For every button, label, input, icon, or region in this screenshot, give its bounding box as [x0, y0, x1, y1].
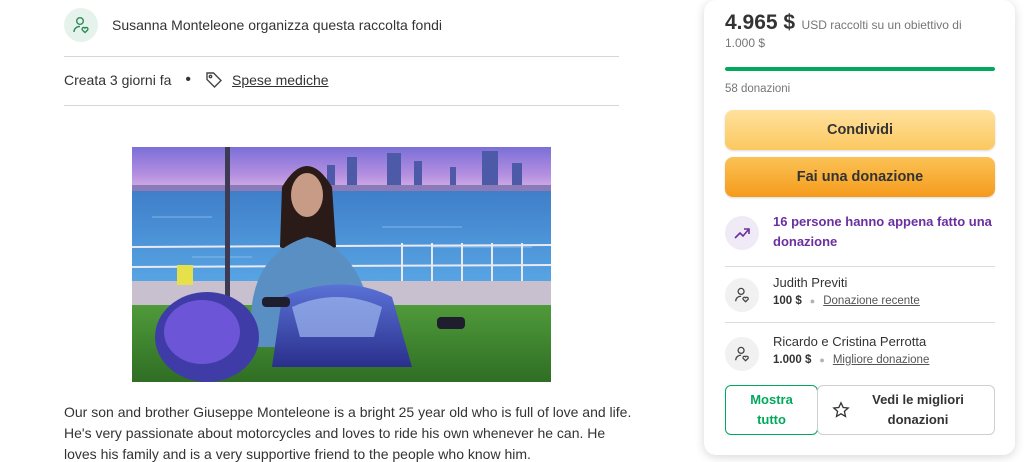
user-heart-icon: [64, 8, 98, 42]
donor-name: Ricardo e Cristina Perrotta: [773, 334, 927, 349]
donation-card: 4.965 $ USD raccolti su un obiettivo di …: [704, 0, 1015, 455]
progress-fill: [725, 67, 995, 71]
raised-summary: 4.965 $ USD raccolti su un obiettivo di …: [725, 11, 1000, 52]
tag-icon: [205, 71, 223, 89]
donation-count: 58 donazioni: [725, 83, 791, 95]
user-heart-icon: [725, 278, 759, 312]
donor-item: Ricardo e Cristina Perrotta 1.000 $ ● Mi…: [725, 333, 929, 371]
organizer-row: Susanna Monteleone organizza questa racc…: [64, 8, 442, 42]
donor-amount: 1.000 $: [773, 354, 812, 366]
donate-button[interactable]: Fai una donazione: [725, 157, 995, 197]
raised-amount: 4.965 $: [725, 11, 796, 34]
divider: [725, 322, 995, 323]
top-donations-label: Vedi le migliori donazioni: [872, 392, 964, 427]
dot-separator: ●: [809, 296, 816, 306]
donor-name: Judith Previti: [773, 275, 848, 290]
donor-tag-link[interactable]: Migliore donazione: [833, 354, 930, 366]
divider: [64, 105, 619, 106]
user-heart-icon: [725, 337, 759, 371]
story-line: He's very passionate about motorcycles a…: [64, 425, 606, 441]
meta-separator: •: [185, 71, 192, 88]
recent-donations-trend: 16 persone hanno appena fatto una donazi…: [725, 212, 998, 252]
bottom-actions: Mostra tutto Vedi le migliori donazioni: [725, 385, 995, 435]
divider: [64, 56, 619, 57]
raised-suffix: USD raccolti su un obiettivo di: [801, 18, 962, 32]
donor-tag-link[interactable]: Donazione recente: [823, 295, 920, 307]
organizer-text: Susanna Monteleone organizza questa racc…: [112, 17, 442, 33]
trending-up-icon: [725, 216, 759, 250]
campaign-photo: [132, 147, 551, 382]
created-date: Creata 3 giorni fa: [64, 72, 172, 88]
trend-text: 16 persone hanno appena fatto una donazi…: [773, 214, 992, 249]
donor-item: Judith Previti 100 $ ● Donazione recente: [725, 274, 920, 312]
top-donations-button[interactable]: Vedi le migliori donazioni: [817, 385, 995, 435]
goal-amount: 1.000 $: [725, 36, 766, 50]
category-link[interactable]: Spese mediche: [232, 72, 329, 88]
donor-amount: 100 $: [773, 295, 802, 307]
show-all-label: Mostra tutto: [750, 392, 793, 427]
show-all-button[interactable]: Mostra tutto: [725, 385, 818, 435]
divider: [725, 266, 995, 267]
meta-row: Creata 3 giorni fa • Spese mediche: [64, 71, 329, 89]
progress-bar: [725, 67, 995, 71]
star-icon: [832, 401, 850, 419]
share-button[interactable]: Condividi: [725, 110, 995, 150]
story-line: Our son and brother Giuseppe Monteleone …: [64, 404, 632, 420]
story-line: loves his family and is a very supportiv…: [64, 446, 531, 462]
story-text: Our son and brother Giuseppe Monteleone …: [64, 402, 634, 462]
dot-separator: ●: [819, 355, 825, 365]
